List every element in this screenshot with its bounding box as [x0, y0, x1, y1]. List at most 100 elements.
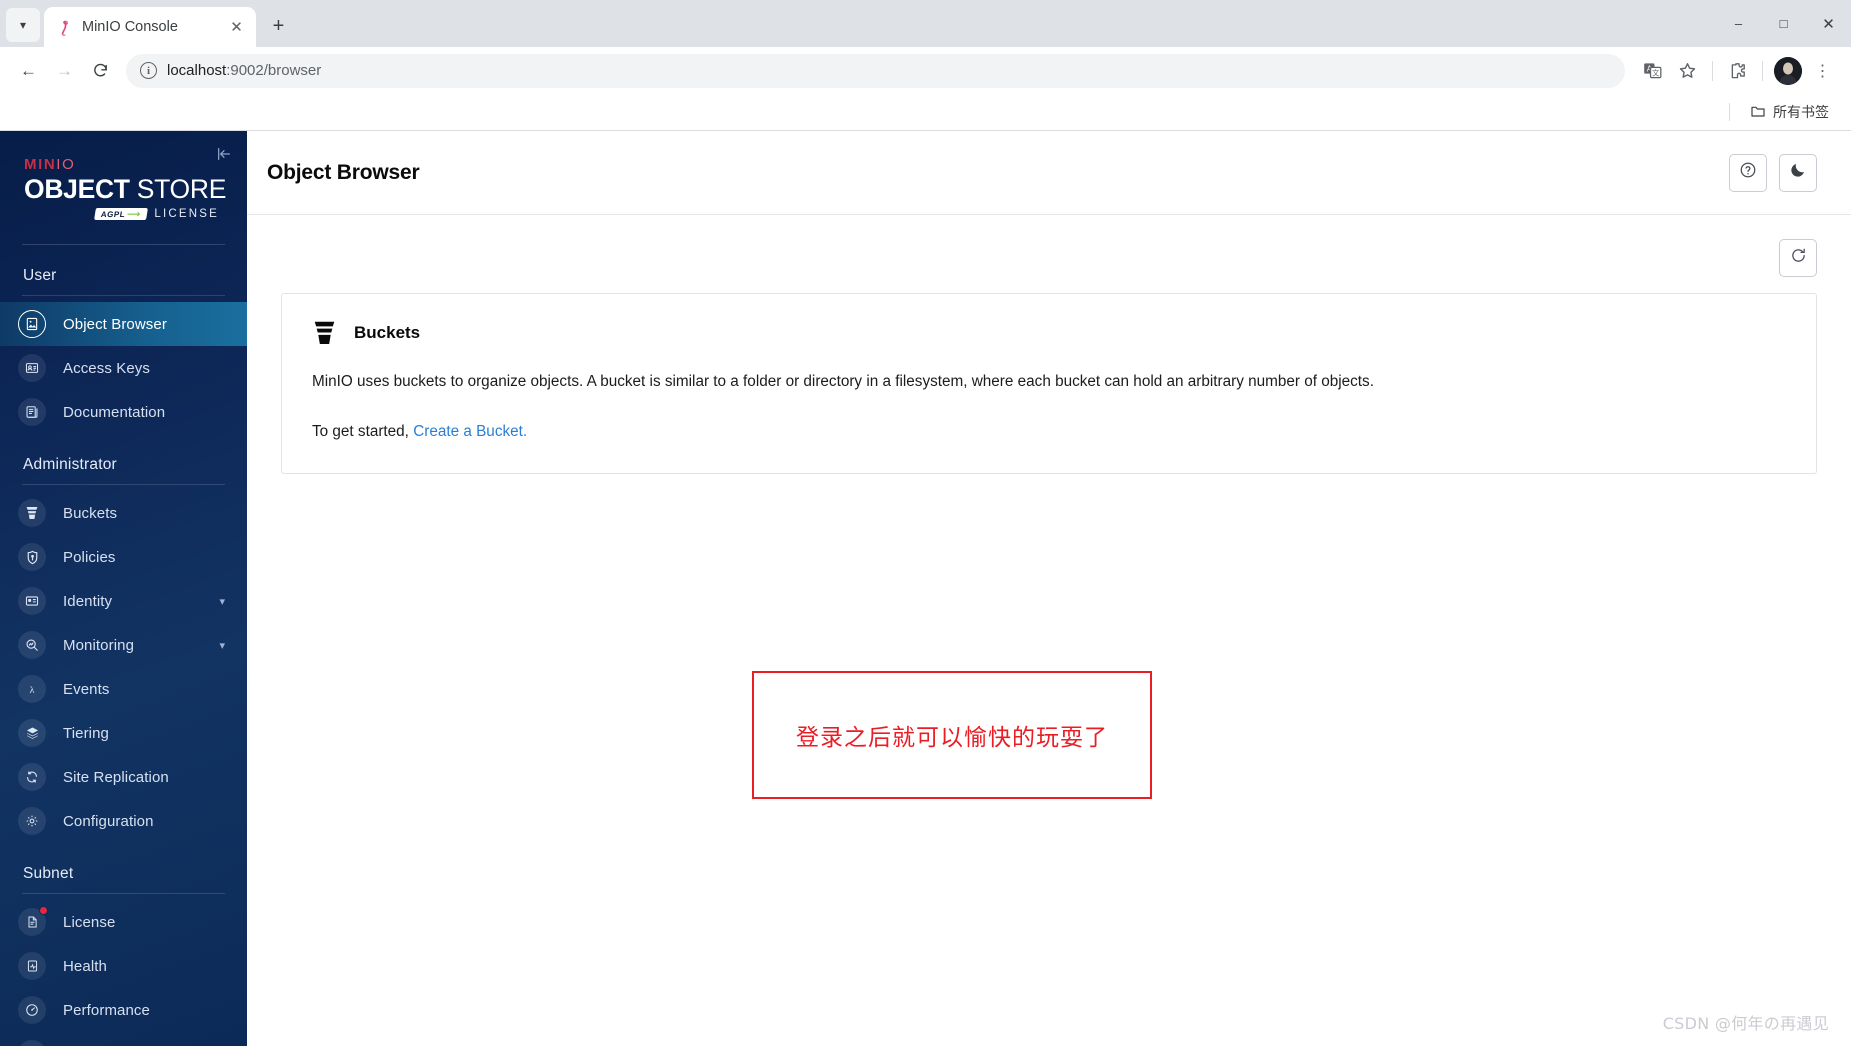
profile-icon	[18, 1040, 46, 1046]
sidebar-item-performance[interactable]: Performance	[0, 988, 247, 1032]
sidebar-item-buckets[interactable]: Buckets	[0, 491, 247, 535]
sidebar-item-label: Identity	[63, 592, 113, 610]
profile-avatar[interactable]	[1771, 54, 1804, 87]
svg-text:λ: λ	[30, 685, 35, 696]
sidebar-item-label: Site Replication	[63, 768, 169, 786]
content-area: Buckets MinIO uses buckets to organize o…	[247, 215, 1851, 1046]
toolbar-icons: A 文 ⋮	[1636, 54, 1839, 87]
browser-tab[interactable]: MinIO Console ✕	[44, 7, 256, 47]
sidebar-item-tiering[interactable]: Tiering	[0, 711, 247, 755]
minio-flamingo-favicon	[56, 19, 73, 36]
sidebar-item-site-replication[interactable]: Site Replication	[0, 755, 247, 799]
new-tab-button[interactable]: +	[262, 10, 295, 43]
bookmark-star-icon[interactable]	[1671, 54, 1704, 87]
panel-title: Buckets	[354, 323, 421, 342]
panel-description: MinIO uses buckets to organize objects. …	[312, 373, 1374, 390]
back-arrow-icon[interactable]: ←	[12, 54, 45, 87]
extensions-puzzle-icon[interactable]	[1721, 54, 1754, 87]
three-dot-menu-icon[interactable]: ⋮	[1806, 54, 1839, 87]
sidebar-item-label: Access Keys	[63, 359, 150, 377]
toolbar-divider-2	[1762, 60, 1763, 81]
bookmarks-bar: 所有书签	[0, 94, 1851, 131]
buckets-panel: Buckets MinIO uses buckets to organize o…	[281, 293, 1817, 475]
browser-toolbar: ← → i localhost:9002/browser A 文 ⋮	[0, 47, 1851, 94]
reload-icon[interactable]	[84, 54, 117, 87]
panel-header: Buckets	[312, 319, 1786, 347]
sidebar-item-documentation[interactable]: Documentation	[0, 390, 247, 434]
chevron-down-icon[interactable]: ▾	[219, 639, 225, 652]
header-actions	[1729, 153, 1817, 192]
browser-window: ▾ MinIO Console ✕ + – □ ✕ ← → i localhos…	[0, 0, 1851, 1046]
maximize-button[interactable]: □	[1761, 4, 1806, 44]
close-icon[interactable]: ✕	[227, 18, 246, 37]
page-viewport: MINIO OBJECT STORE AGPL ⟶ LICENSE User O…	[0, 131, 1851, 1046]
monitoring-magnifier-icon	[18, 631, 46, 660]
annotation-text: 登录之后就可以愉快的玩耍了	[796, 725, 1108, 751]
sidebar-section-rule-3	[22, 893, 225, 895]
sidebar-item-access-keys[interactable]: Access Keys	[0, 346, 247, 390]
sidebar-section-rule-2	[22, 484, 225, 486]
sidebar-item-label: Events	[63, 680, 110, 698]
sidebar-item-policies[interactable]: Policies	[0, 535, 247, 579]
info-circle-icon[interactable]: i	[140, 62, 157, 79]
refresh-button[interactable]	[1779, 239, 1817, 277]
site-replication-icon	[18, 763, 46, 792]
dark-mode-moon-icon	[1789, 161, 1807, 184]
folder-icon	[1750, 103, 1766, 122]
tab-title: MinIO Console	[82, 19, 178, 35]
sidebar-item-configuration[interactable]: Configuration	[0, 799, 247, 843]
sidebar-item-monitoring[interactable]: Monitoring ▾	[0, 623, 247, 667]
annotation-box: 登录之后就可以愉快的玩耍了	[752, 671, 1152, 799]
sidebar-item-health[interactable]: Health	[0, 944, 247, 988]
sidebar-item-events[interactable]: λ Events	[0, 667, 247, 711]
address-bar[interactable]: i localhost:9002/browser	[126, 53, 1625, 88]
toolbar-divider	[1712, 60, 1713, 81]
sidebar-item-label: Policies	[63, 548, 116, 566]
logo-product: OBJECT STORE	[24, 174, 227, 204]
chevron-down-icon[interactable]: ▾	[219, 595, 225, 608]
forward-arrow-icon[interactable]: →	[48, 54, 81, 87]
all-bookmarks-label: 所有书签	[1773, 104, 1829, 120]
sidebar: MINIO OBJECT STORE AGPL ⟶ LICENSE User O…	[0, 131, 247, 1046]
sidebar-section-administrator: Administrator	[23, 456, 117, 474]
minimize-button[interactable]: –	[1716, 4, 1761, 44]
window-controls: – □ ✕	[1716, 0, 1851, 47]
configuration-gear-icon	[18, 807, 46, 836]
content-toolbar	[281, 235, 1817, 293]
main-content: Object Browser Buckets MinIO uses bucket…	[247, 131, 1851, 1046]
sidebar-item-label: Monitoring	[63, 636, 135, 654]
translate-icon[interactable]: A 文	[1636, 54, 1669, 87]
sidebar-item-label: Health	[63, 957, 107, 975]
url-text: localhost:9002/browser	[167, 62, 322, 79]
sidebar-item-object-browser[interactable]: Object Browser	[0, 302, 247, 347]
close-window-button[interactable]: ✕	[1806, 4, 1851, 44]
chevron-down-icon[interactable]: ▾	[6, 8, 40, 42]
minio-logo: MINIO OBJECT STORE AGPL ⟶ LICENSE	[0, 131, 247, 221]
bookmarks-divider	[1729, 103, 1730, 121]
create-bucket-link[interactable]: Create a Bucket.	[413, 423, 527, 440]
notification-dot	[39, 906, 48, 916]
collapse-sidebar-icon[interactable]	[213, 143, 235, 165]
logo-license-row: AGPL ⟶ LICENSE	[24, 208, 247, 221]
policies-shield-icon	[18, 543, 46, 572]
sidebar-item-label: Configuration	[63, 812, 154, 830]
sidebar-section-subnet: Subnet	[23, 865, 74, 883]
sidebar-item-label: Buckets	[63, 504, 118, 522]
dark-mode-button[interactable]	[1779, 153, 1817, 192]
sidebar-item-license[interactable]: License	[0, 900, 247, 944]
watermark: CSDN @何年の再遇见	[1662, 1014, 1829, 1033]
help-button[interactable]	[1729, 153, 1767, 192]
buckets-icon	[18, 499, 46, 528]
sidebar-item-identity[interactable]: Identity ▾	[0, 579, 247, 623]
get-started-prefix: To get started,	[312, 422, 414, 440]
sidebar-item-label: Tiering	[63, 724, 109, 742]
sidebar-item-label: Object Browser	[63, 315, 167, 333]
all-bookmarks-button[interactable]: 所有书签	[1744, 98, 1835, 126]
performance-gauge-icon	[18, 996, 46, 1025]
health-icon	[18, 952, 46, 981]
page-title: Object Browser	[267, 160, 420, 184]
sidebar-item-profile[interactable]: Profile	[0, 1032, 247, 1046]
sidebar-item-label: Documentation	[63, 403, 166, 421]
events-lambda-icon: λ	[18, 675, 46, 704]
tiering-layers-icon	[18, 719, 46, 748]
